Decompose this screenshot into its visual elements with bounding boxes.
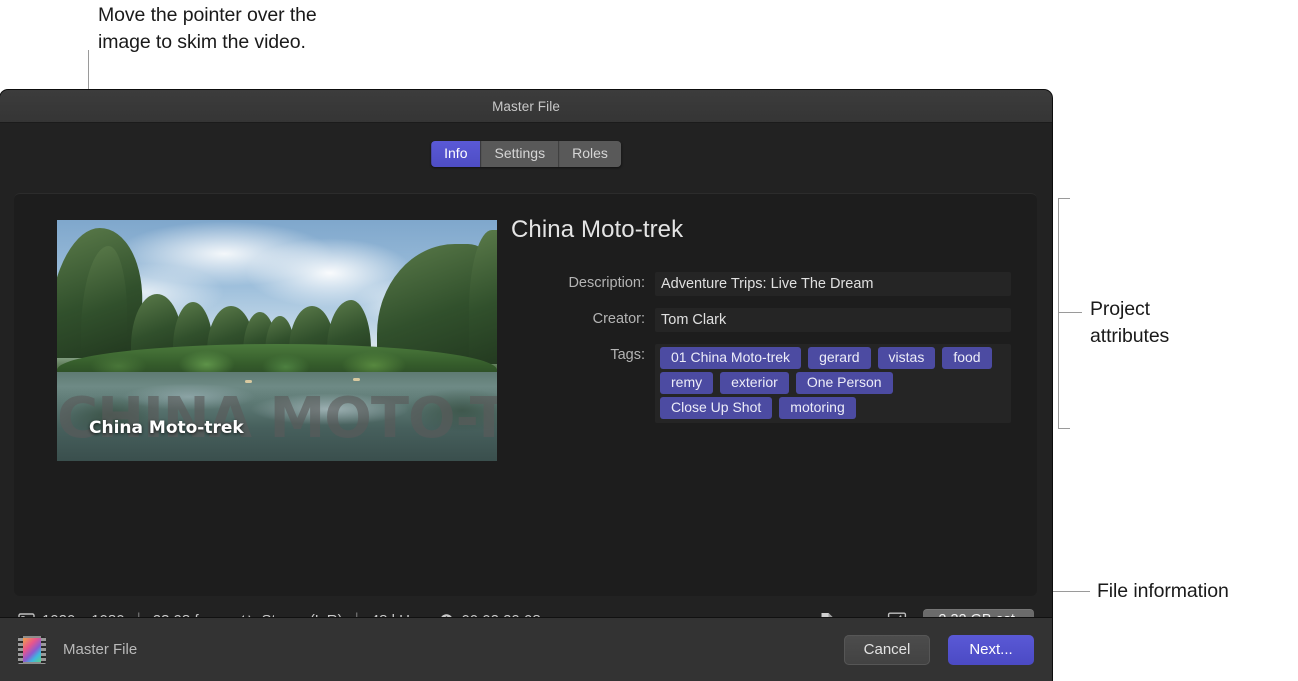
tag-pill[interactable]: remy bbox=[660, 372, 714, 394]
master-file-window: Master File Info Settings Roles CHINA MO… bbox=[0, 90, 1052, 681]
video-preview-thumbnail[interactable]: CHINA MOTO-TREK China Moto-trek bbox=[57, 220, 497, 461]
tag-pill[interactable]: motoring bbox=[779, 397, 856, 419]
callout-file-information: File information bbox=[1097, 580, 1229, 602]
bracket-tick-project-attributes bbox=[1058, 312, 1082, 314]
project-title: China Moto-trek bbox=[511, 216, 684, 243]
film-strip-frames bbox=[23, 637, 41, 662]
window-title: Master File bbox=[492, 98, 560, 114]
tab-bar: Info Settings Roles bbox=[431, 141, 621, 167]
description-field[interactable]: Adventure Trips: Live The Dream bbox=[655, 272, 1011, 296]
cancel-button[interactable]: Cancel bbox=[844, 634, 930, 665]
creator-label: Creator: bbox=[592, 311, 645, 327]
description-row: Description: Adventure Trips: Live The D… bbox=[511, 272, 1011, 296]
tag-pill[interactable]: gerard bbox=[808, 347, 871, 369]
tab-roles[interactable]: Roles bbox=[559, 141, 621, 167]
next-button[interactable]: Next... bbox=[948, 634, 1034, 665]
callout-project-attributes: Project attributes bbox=[1090, 298, 1170, 347]
preview-watermark-small: China Moto-trek bbox=[89, 418, 244, 438]
preview-boat bbox=[245, 380, 252, 383]
tags-row: Tags: 01 China Moto-trek gerard vistas f… bbox=[511, 344, 1011, 423]
window-footer: Master File Cancel Next... bbox=[0, 617, 1052, 681]
preview-boat bbox=[353, 378, 360, 381]
tags-field[interactable]: 01 China Moto-trek gerard vistas food re… bbox=[655, 344, 1011, 423]
tags-label: Tags: bbox=[610, 347, 645, 363]
tag-pill[interactable]: food bbox=[942, 347, 992, 369]
tag-pill[interactable]: Close Up Shot bbox=[660, 397, 773, 419]
tag-pill[interactable]: exterior bbox=[720, 372, 789, 394]
callout-skim-video: Move the pointer over the image to skim … bbox=[98, 4, 317, 53]
film-strip-icon bbox=[18, 635, 46, 664]
tab-info[interactable]: Info bbox=[431, 141, 482, 167]
info-panel: CHINA MOTO-TREK China Moto-trek China Mo… bbox=[14, 193, 1037, 596]
tag-pill[interactable]: vistas bbox=[877, 347, 936, 369]
footer-destination-label: Master File bbox=[63, 641, 138, 658]
film-strip-perforations-right bbox=[41, 635, 46, 664]
tab-settings[interactable]: Settings bbox=[481, 141, 560, 167]
tag-pill[interactable]: 01 China Moto-trek bbox=[660, 347, 802, 369]
project-attributes: China Moto-trek Description: Adventure T… bbox=[511, 216, 1011, 435]
callout-leader-line-file-info bbox=[1052, 591, 1090, 593]
description-label: Description: bbox=[568, 275, 645, 291]
window-body: Info Settings Roles CHINA MOTO-T China M… bbox=[0, 123, 1052, 632]
bracket-project-attributes bbox=[1058, 198, 1070, 429]
creator-field[interactable]: Tom Clark bbox=[655, 308, 1011, 332]
film-strip-perforations-left bbox=[18, 635, 23, 664]
window-titlebar: Master File bbox=[0, 90, 1052, 123]
creator-row: Creator: Tom Clark bbox=[511, 308, 1011, 332]
tag-pill[interactable]: One Person bbox=[795, 372, 893, 394]
